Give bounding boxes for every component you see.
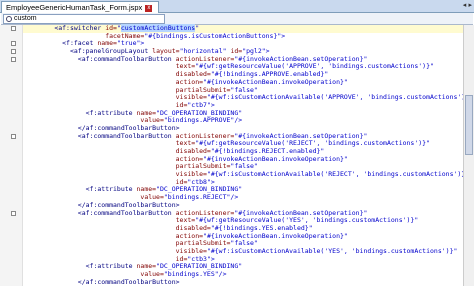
editor-tab-title: EmployeeGenericHumanTask_Form.jspx [6, 3, 143, 12]
vertical-scrollbar[interactable] [463, 25, 474, 286]
fold-toggle-icon[interactable] [11, 26, 16, 31]
fold-toggle-icon[interactable] [11, 49, 16, 55]
code-token-indent [23, 278, 78, 286]
code-line[interactable]: </af:commandToolbarButton> [23, 277, 463, 286]
fold-toggle-icon[interactable] [11, 210, 16, 216]
fold-toggle-icon[interactable] [11, 133, 16, 139]
code-token-val: "#{wf:isCustomActionAvailable('REJECT', … [206, 170, 470, 179]
code-area[interactable]: <af:switcher id="customActionButtons" fa… [11, 24, 473, 286]
code-token-val: "#{wf:isCustomActionAvailable('YES', 'bi… [206, 246, 458, 255]
code-editor[interactable]: <af:switcher id="customActionButtons" fa… [0, 24, 474, 286]
scrollbar-thumb[interactable] [465, 95, 473, 155]
code-token-val: "#{bindings.isCustomActionButtons}"> [144, 31, 286, 40]
fold-toggle-icon[interactable] [11, 56, 16, 62]
line-gutter [0, 25, 23, 286]
close-tab-icon[interactable]: x [145, 5, 153, 12]
search-icon [6, 16, 12, 22]
fold-toggle-icon[interactable] [11, 41, 16, 47]
editor-tab[interactable]: EmployeeGenericHumanTask_Form.jspx x [1, 1, 160, 13]
editor-tab-strip: EmployeeGenericHumanTask_Form.jspx x ◂ ▸ [0, 0, 474, 13]
code-token-val: "#{wf:isCustomActionAvailable('APPROVE',… [206, 93, 474, 102]
find-input[interactable]: custom [3, 14, 165, 24]
tab-scroll-arrows-icon[interactable]: ◂ ▸ [463, 1, 472, 9]
find-input-value: custom [14, 15, 37, 22]
code-token-tag: </af:commandToolbarButton> [77, 277, 180, 286]
